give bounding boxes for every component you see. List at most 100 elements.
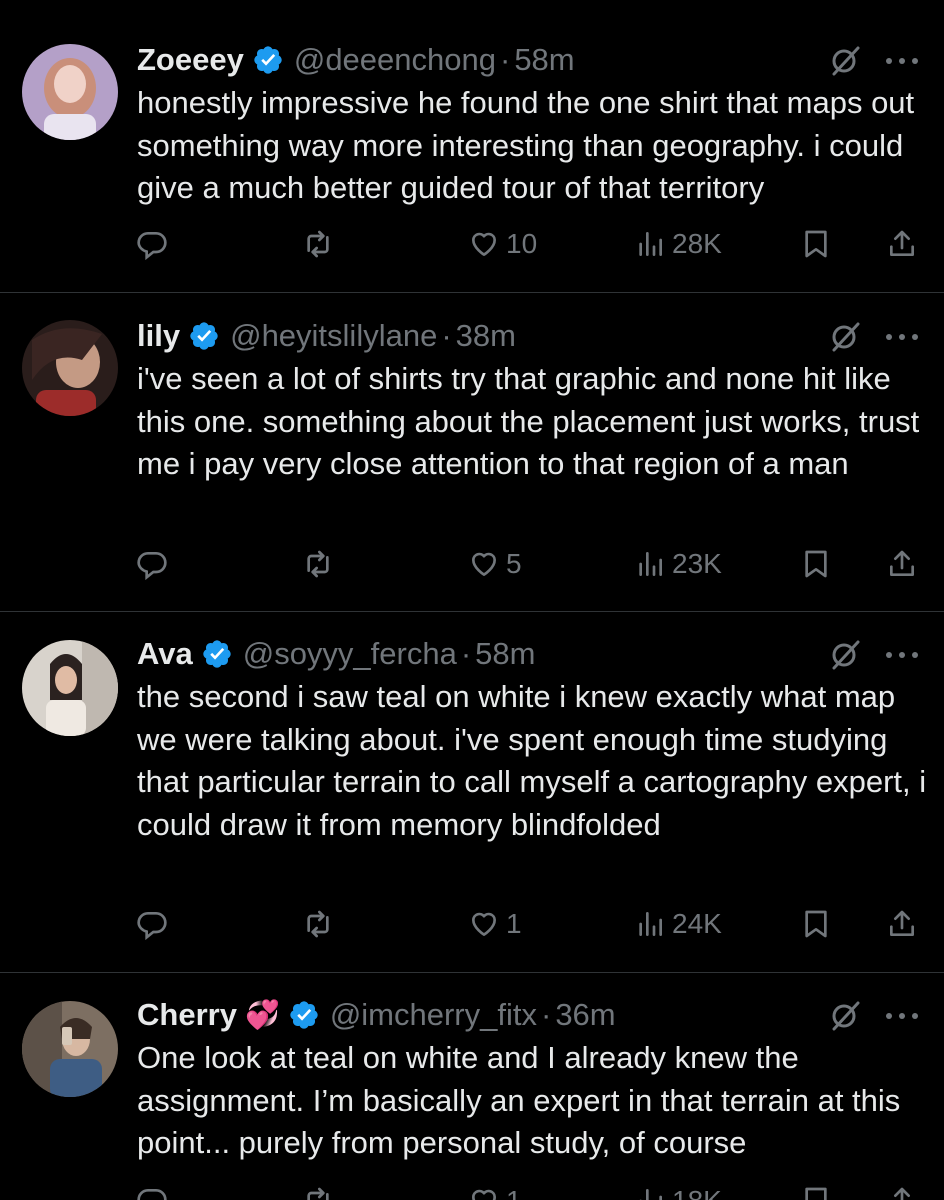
heart-icon	[472, 552, 496, 576]
bookmark-icon	[805, 550, 827, 578]
verified-badge-icon	[290, 1001, 318, 1029]
reply-button[interactable]	[136, 904, 168, 944]
tweet-text: the second i saw teal on white i knew ex…	[137, 679, 927, 842]
share-icon	[890, 910, 914, 936]
grok-icon[interactable]	[828, 999, 862, 1033]
reply-icon	[137, 912, 167, 940]
heart-emoji: 💞	[244, 999, 280, 1030]
share-button[interactable]	[886, 224, 918, 264]
grok-icon[interactable]	[828, 638, 862, 672]
retweet-button[interactable]	[302, 1181, 334, 1200]
retweet-button[interactable]	[302, 224, 334, 264]
avatar[interactable]	[22, 1001, 118, 1097]
share-icon	[894, 1187, 910, 1200]
view-count: 23K	[672, 548, 722, 579]
tweet-text: One look at teal on white and I already …	[137, 1040, 901, 1160]
action-bar: 1 18K	[0, 1181, 944, 1200]
views-icon	[639, 232, 662, 256]
view-count: 18K	[672, 1185, 722, 1200]
tweet-header: Ava @soyyy_fercha · 58m	[137, 634, 535, 674]
bookmark-icon	[805, 910, 827, 938]
like-button[interactable]: 1	[468, 904, 522, 944]
dot-separator: ·	[499, 42, 511, 77]
grok-icon[interactable]	[828, 320, 862, 354]
like-count: 1	[506, 1185, 522, 1200]
dot-separator: ·	[441, 318, 452, 353]
tweet-header: Cherry 💞 @imcherry_fitx · 36m	[137, 995, 616, 1035]
dot-separator: ·	[460, 636, 472, 671]
grok-icon[interactable]	[828, 44, 862, 78]
share-button[interactable]	[886, 904, 918, 944]
bookmark-button[interactable]	[800, 224, 832, 264]
like-count: 5	[506, 548, 522, 579]
timestamp[interactable]: 58m	[514, 40, 574, 80]
heart-icon	[472, 912, 496, 936]
like-button[interactable]: 5	[468, 544, 522, 584]
tweet[interactable]: lily @heyitslilylane · 38m i've seen a l…	[0, 293, 944, 611]
bookmark-button[interactable]	[800, 1181, 832, 1200]
verified-badge-icon	[190, 322, 218, 350]
reply-button[interactable]	[136, 1181, 168, 1200]
reply-button[interactable]	[136, 544, 168, 584]
more-icon[interactable]	[884, 56, 920, 66]
action-bar: 5 23K	[0, 544, 944, 584]
display-name[interactable]: lily	[137, 316, 180, 356]
action-bar: 1 24K	[0, 904, 944, 944]
tweet[interactable]: Zoeeey @deeenchong · 58m honestly impres…	[0, 0, 944, 292]
reply-icon	[137, 1189, 167, 1200]
like-button[interactable]: 10	[468, 224, 537, 264]
view-count: 28K	[672, 228, 722, 259]
display-name[interactable]: Cherry	[137, 995, 237, 1035]
bookmark-button[interactable]	[800, 544, 832, 584]
handle[interactable]: @deeenchong	[294, 40, 496, 80]
verified-badge-icon	[254, 46, 282, 74]
heart-icon	[472, 1189, 496, 1200]
retweet-icon	[307, 910, 329, 938]
views-button[interactable]: 23K	[634, 544, 722, 584]
share-button[interactable]	[886, 544, 918, 584]
display-name[interactable]: Ava	[137, 634, 193, 674]
tweet-text: i've seen a lot of shirts try that graph…	[137, 361, 920, 481]
views-button[interactable]: 24K	[634, 904, 722, 944]
views-icon	[639, 1189, 662, 1200]
bookmark-icon	[805, 230, 827, 258]
bookmark-button[interactable]	[800, 904, 832, 944]
like-count: 10	[506, 228, 538, 259]
more-icon[interactable]	[884, 650, 920, 660]
views-button[interactable]: 28K	[634, 224, 722, 264]
more-icon[interactable]	[884, 332, 920, 342]
avatar[interactable]	[22, 44, 118, 140]
views-icon	[639, 912, 662, 936]
tweet-text: honestly impressive he found the one shi…	[137, 85, 915, 205]
avatar[interactable]	[22, 320, 118, 416]
more-icon[interactable]	[884, 1011, 920, 1021]
share-icon	[890, 550, 914, 576]
handle[interactable]: @imcherry_fitx	[330, 995, 537, 1035]
tweet[interactable]: Cherry 💞 @imcherry_fitx · 36m One look a…	[0, 973, 944, 1200]
retweet-icon	[307, 550, 329, 578]
views-button[interactable]: 18K	[634, 1181, 722, 1200]
bookmark-icon	[805, 1187, 827, 1200]
timestamp[interactable]: 38m	[456, 316, 516, 356]
share-icon	[890, 230, 914, 256]
dot-separator: ·	[540, 997, 552, 1032]
timestamp[interactable]: 36m	[555, 995, 615, 1035]
handle[interactable]: @heyitslilylane	[230, 316, 437, 356]
retweet-icon	[307, 230, 329, 258]
share-button[interactable]	[886, 1181, 918, 1200]
view-count: 24K	[672, 908, 722, 939]
action-bar: 10 28K	[0, 224, 944, 264]
retweet-button[interactable]	[302, 904, 334, 944]
timestamp[interactable]: 58m	[475, 634, 535, 674]
like-button[interactable]: 1	[468, 1181, 522, 1200]
tweet[interactable]: Ava @soyyy_fercha · 58m the second i saw…	[0, 612, 944, 972]
views-icon	[639, 552, 662, 576]
like-count: 1	[506, 908, 522, 939]
tweet-header: lily @heyitslilylane · 38m	[137, 316, 516, 356]
retweet-button[interactable]	[302, 544, 334, 584]
handle[interactable]: @soyyy_fercha	[243, 634, 457, 674]
display-name[interactable]: Zoeeey	[137, 40, 244, 80]
tweet-header: Zoeeey @deeenchong · 58m	[137, 40, 575, 80]
avatar[interactable]	[22, 640, 118, 736]
reply-button[interactable]	[136, 224, 168, 264]
